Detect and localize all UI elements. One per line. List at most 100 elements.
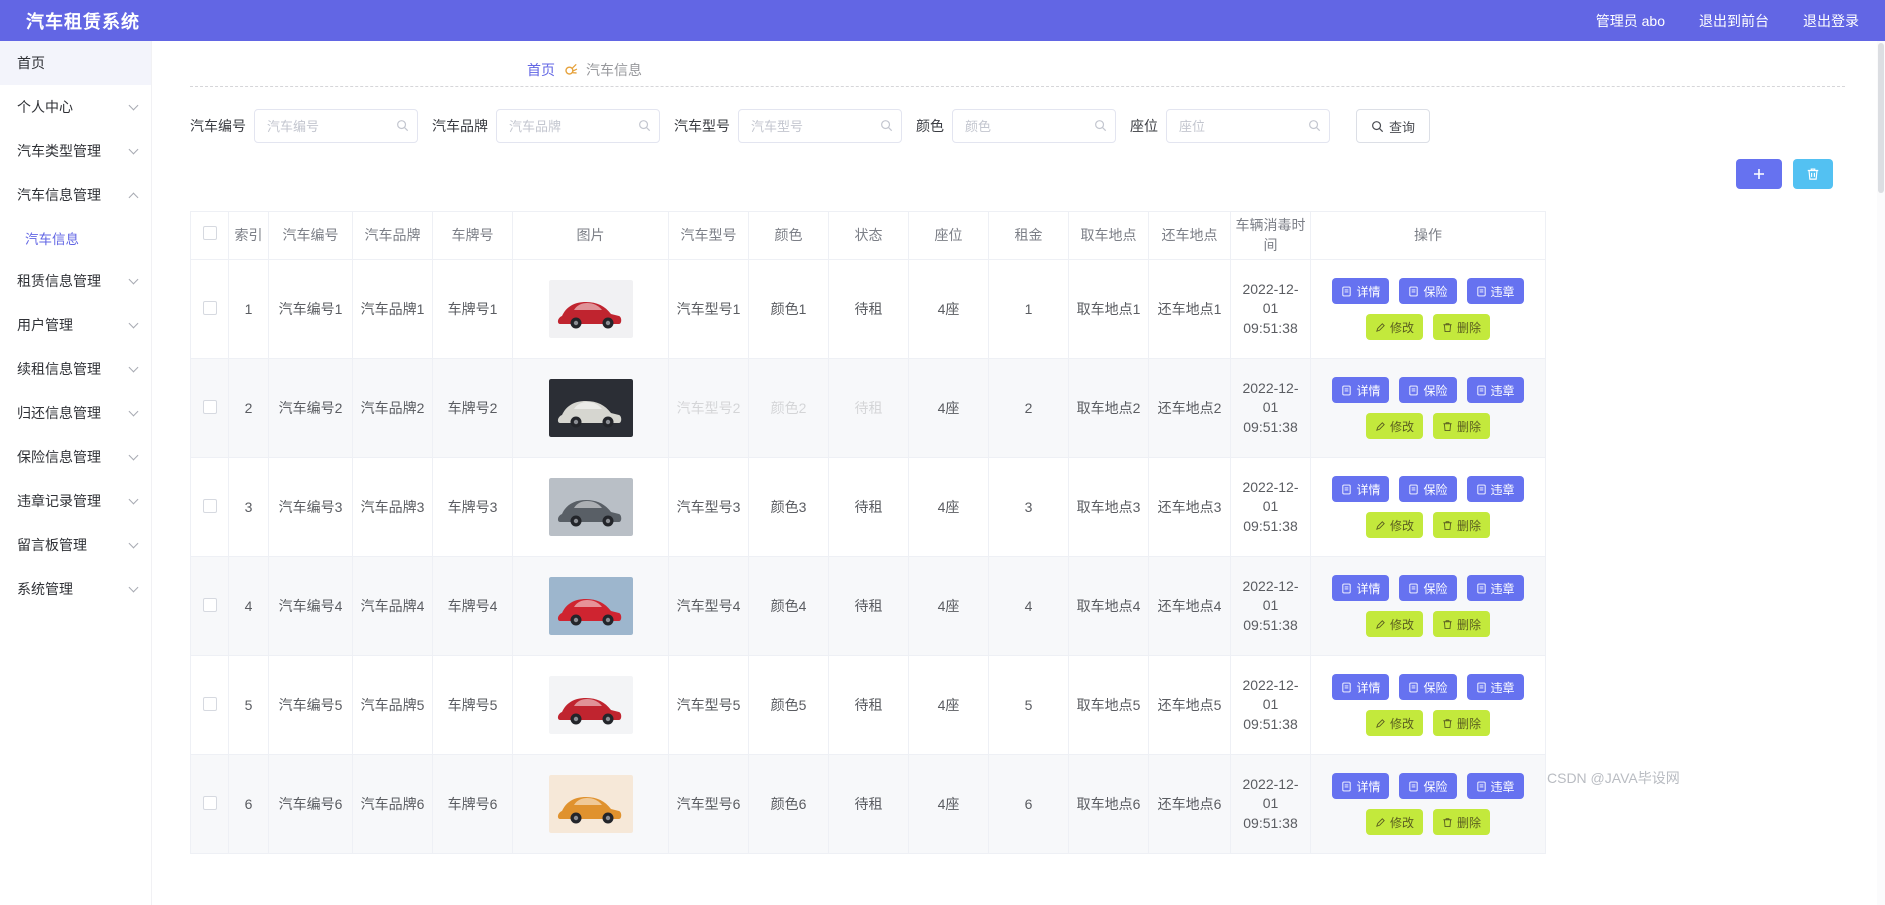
chevron-down-icon: [128, 494, 139, 505]
violation-button[interactable]: 违章: [1466, 377, 1524, 404]
exit-to-front-link[interactable]: 退出到前台: [1699, 11, 1769, 31]
search-icon: [397, 120, 409, 132]
insurance-button[interactable]: 保险: [1399, 278, 1457, 305]
row-checkbox[interactable]: [202, 696, 217, 711]
add-button[interactable]: [1736, 159, 1782, 189]
delete-button[interactable]: 删除: [1433, 809, 1491, 836]
column-header: 汽车编号: [268, 210, 353, 261]
violation-button[interactable]: 违章: [1466, 773, 1524, 800]
violation-button[interactable]: 违章: [1466, 575, 1524, 602]
cell-car-code: 汽车编号5: [268, 655, 353, 756]
page-scrollbar[interactable]: [1877, 41, 1885, 905]
row-checkbox[interactable]: [202, 399, 217, 414]
search-button[interactable]: 查询: [1356, 109, 1431, 143]
violation-button[interactable]: 违章: [1466, 674, 1524, 701]
detail-button[interactable]: 详情: [1332, 278, 1390, 305]
cell-color: 颜色5: [748, 655, 829, 756]
cell-car-code: 汽车编号6: [268, 754, 353, 855]
detail-button[interactable]: 详情: [1332, 773, 1390, 800]
sidebar-item[interactable]: 租赁信息管理: [0, 259, 151, 303]
cell-color: 颜色2: [748, 358, 829, 459]
detail-button[interactable]: 详情: [1332, 476, 1390, 503]
sidebar-item[interactable]: 保险信息管理: [0, 435, 151, 479]
edit-button[interactable]: 修改: [1365, 809, 1423, 836]
filter-item: 座位: [1130, 109, 1330, 143]
edit-button[interactable]: 修改: [1365, 611, 1423, 638]
sidebar-item[interactable]: 续租信息管理: [0, 347, 151, 391]
cell-photo: [512, 358, 669, 459]
batch-delete-button[interactable]: [1793, 159, 1833, 189]
sidebar-item[interactable]: 归还信息管理: [0, 391, 151, 435]
cell-plate: 车牌号1: [432, 259, 513, 360]
pencil-icon: [1376, 421, 1385, 431]
filter-input[interactable]: [254, 109, 418, 143]
delete-button[interactable]: 删除: [1433, 710, 1491, 737]
chevron-down-icon: [128, 144, 139, 155]
insurance-button[interactable]: 保险: [1399, 674, 1457, 701]
select-all-checkbox[interactable]: [202, 225, 217, 240]
edit-button[interactable]: 修改: [1365, 314, 1423, 341]
insurance-button[interactable]: 保险: [1399, 575, 1457, 602]
cell-return-location: 还车地点5: [1148, 655, 1231, 756]
table-row: 5 汽车编号5 汽车品牌5 车牌号5 汽车型号5 颜色5 待租 4座 5 取车地…: [190, 655, 1546, 756]
edit-button[interactable]: 修改: [1365, 710, 1423, 737]
edit-button[interactable]: 修改: [1365, 413, 1423, 440]
insurance-button[interactable]: 保险: [1399, 377, 1457, 404]
breadcrumb-home-link[interactable]: 首页: [527, 60, 555, 80]
violation-button[interactable]: 违章: [1466, 278, 1524, 305]
row-checkbox[interactable]: [202, 597, 217, 612]
insurance-button[interactable]: 保险: [1399, 773, 1457, 800]
cell-return-location: 还车地点3: [1148, 457, 1231, 558]
trash-icon: [1443, 718, 1452, 728]
delete-button[interactable]: 删除: [1433, 611, 1491, 638]
admin-user-link[interactable]: 管理员 abo: [1596, 11, 1665, 31]
cell-car-code: 汽车编号4: [268, 556, 353, 657]
insurance-button[interactable]: 保险: [1399, 476, 1457, 503]
cell-actions: 详情 保险 违章 修改 删除: [1310, 259, 1546, 360]
delete-button[interactable]: 删除: [1433, 512, 1491, 539]
pencil-icon: [1376, 619, 1385, 629]
sidebar-item[interactable]: 用户管理: [0, 303, 151, 347]
filter-items: 汽车编号 汽车品牌 汽车型号 颜色: [190, 109, 1344, 143]
sidebar-subitem[interactable]: 汽车信息: [0, 217, 151, 259]
cell-photo: [512, 754, 669, 855]
car-table: 索引 汽车编号 汽车品牌 车牌号 图片 汽车型号 颜色 状态 座位 租金 取车地点 还车地点 车辆消毒时…: [190, 210, 1546, 855]
sidebar-item[interactable]: 系统管理: [0, 567, 151, 611]
cell-model: 汽车型号2: [668, 358, 749, 459]
row-checkbox[interactable]: [202, 498, 217, 513]
logout-link[interactable]: 退出登录: [1803, 11, 1859, 31]
search-icon: [1309, 120, 1321, 132]
car-image: [548, 379, 633, 438]
sidebar-item[interactable]: 汽车类型管理: [0, 129, 151, 173]
column-header: 图片: [512, 210, 669, 261]
delete-button[interactable]: 删除: [1433, 413, 1491, 440]
filter-input[interactable]: [952, 109, 1116, 143]
detail-button[interactable]: 详情: [1332, 674, 1390, 701]
sidebar-item[interactable]: 违章记录管理: [0, 479, 151, 523]
violation-button[interactable]: 违章: [1466, 476, 1524, 503]
document-icon: [1342, 484, 1352, 495]
row-select-cell: [190, 457, 229, 558]
sidebar-item[interactable]: 汽车信息管理: [0, 173, 151, 217]
detail-button[interactable]: 详情: [1332, 377, 1390, 404]
cell-pickup-location: 取车地点2: [1068, 358, 1149, 459]
sidebar-item[interactable]: 首页: [0, 41, 151, 85]
breadcrumb-current: 汽车信息: [586, 61, 642, 78]
filter-input[interactable]: [738, 109, 902, 143]
detail-button[interactable]: 详情: [1332, 575, 1390, 602]
filter-input[interactable]: [496, 109, 660, 143]
sidebar-item[interactable]: 个人中心: [0, 85, 151, 129]
delete-button[interactable]: 删除: [1433, 314, 1491, 341]
cell-pickup-location: 取车地点6: [1068, 754, 1149, 855]
chevron-down-icon: [128, 318, 139, 329]
chevron-down-icon: [128, 450, 139, 461]
document-icon: [1409, 583, 1419, 594]
sidebar-item[interactable]: 留言板管理: [0, 523, 151, 567]
scrollbar-thumb[interactable]: [1878, 43, 1884, 193]
edit-button[interactable]: 修改: [1365, 512, 1423, 539]
row-checkbox[interactable]: [202, 300, 217, 315]
filter-input[interactable]: [1166, 109, 1330, 143]
cell-color: 颜色1: [748, 259, 829, 360]
row-checkbox[interactable]: [202, 795, 217, 810]
cell-index: 1: [228, 259, 269, 360]
